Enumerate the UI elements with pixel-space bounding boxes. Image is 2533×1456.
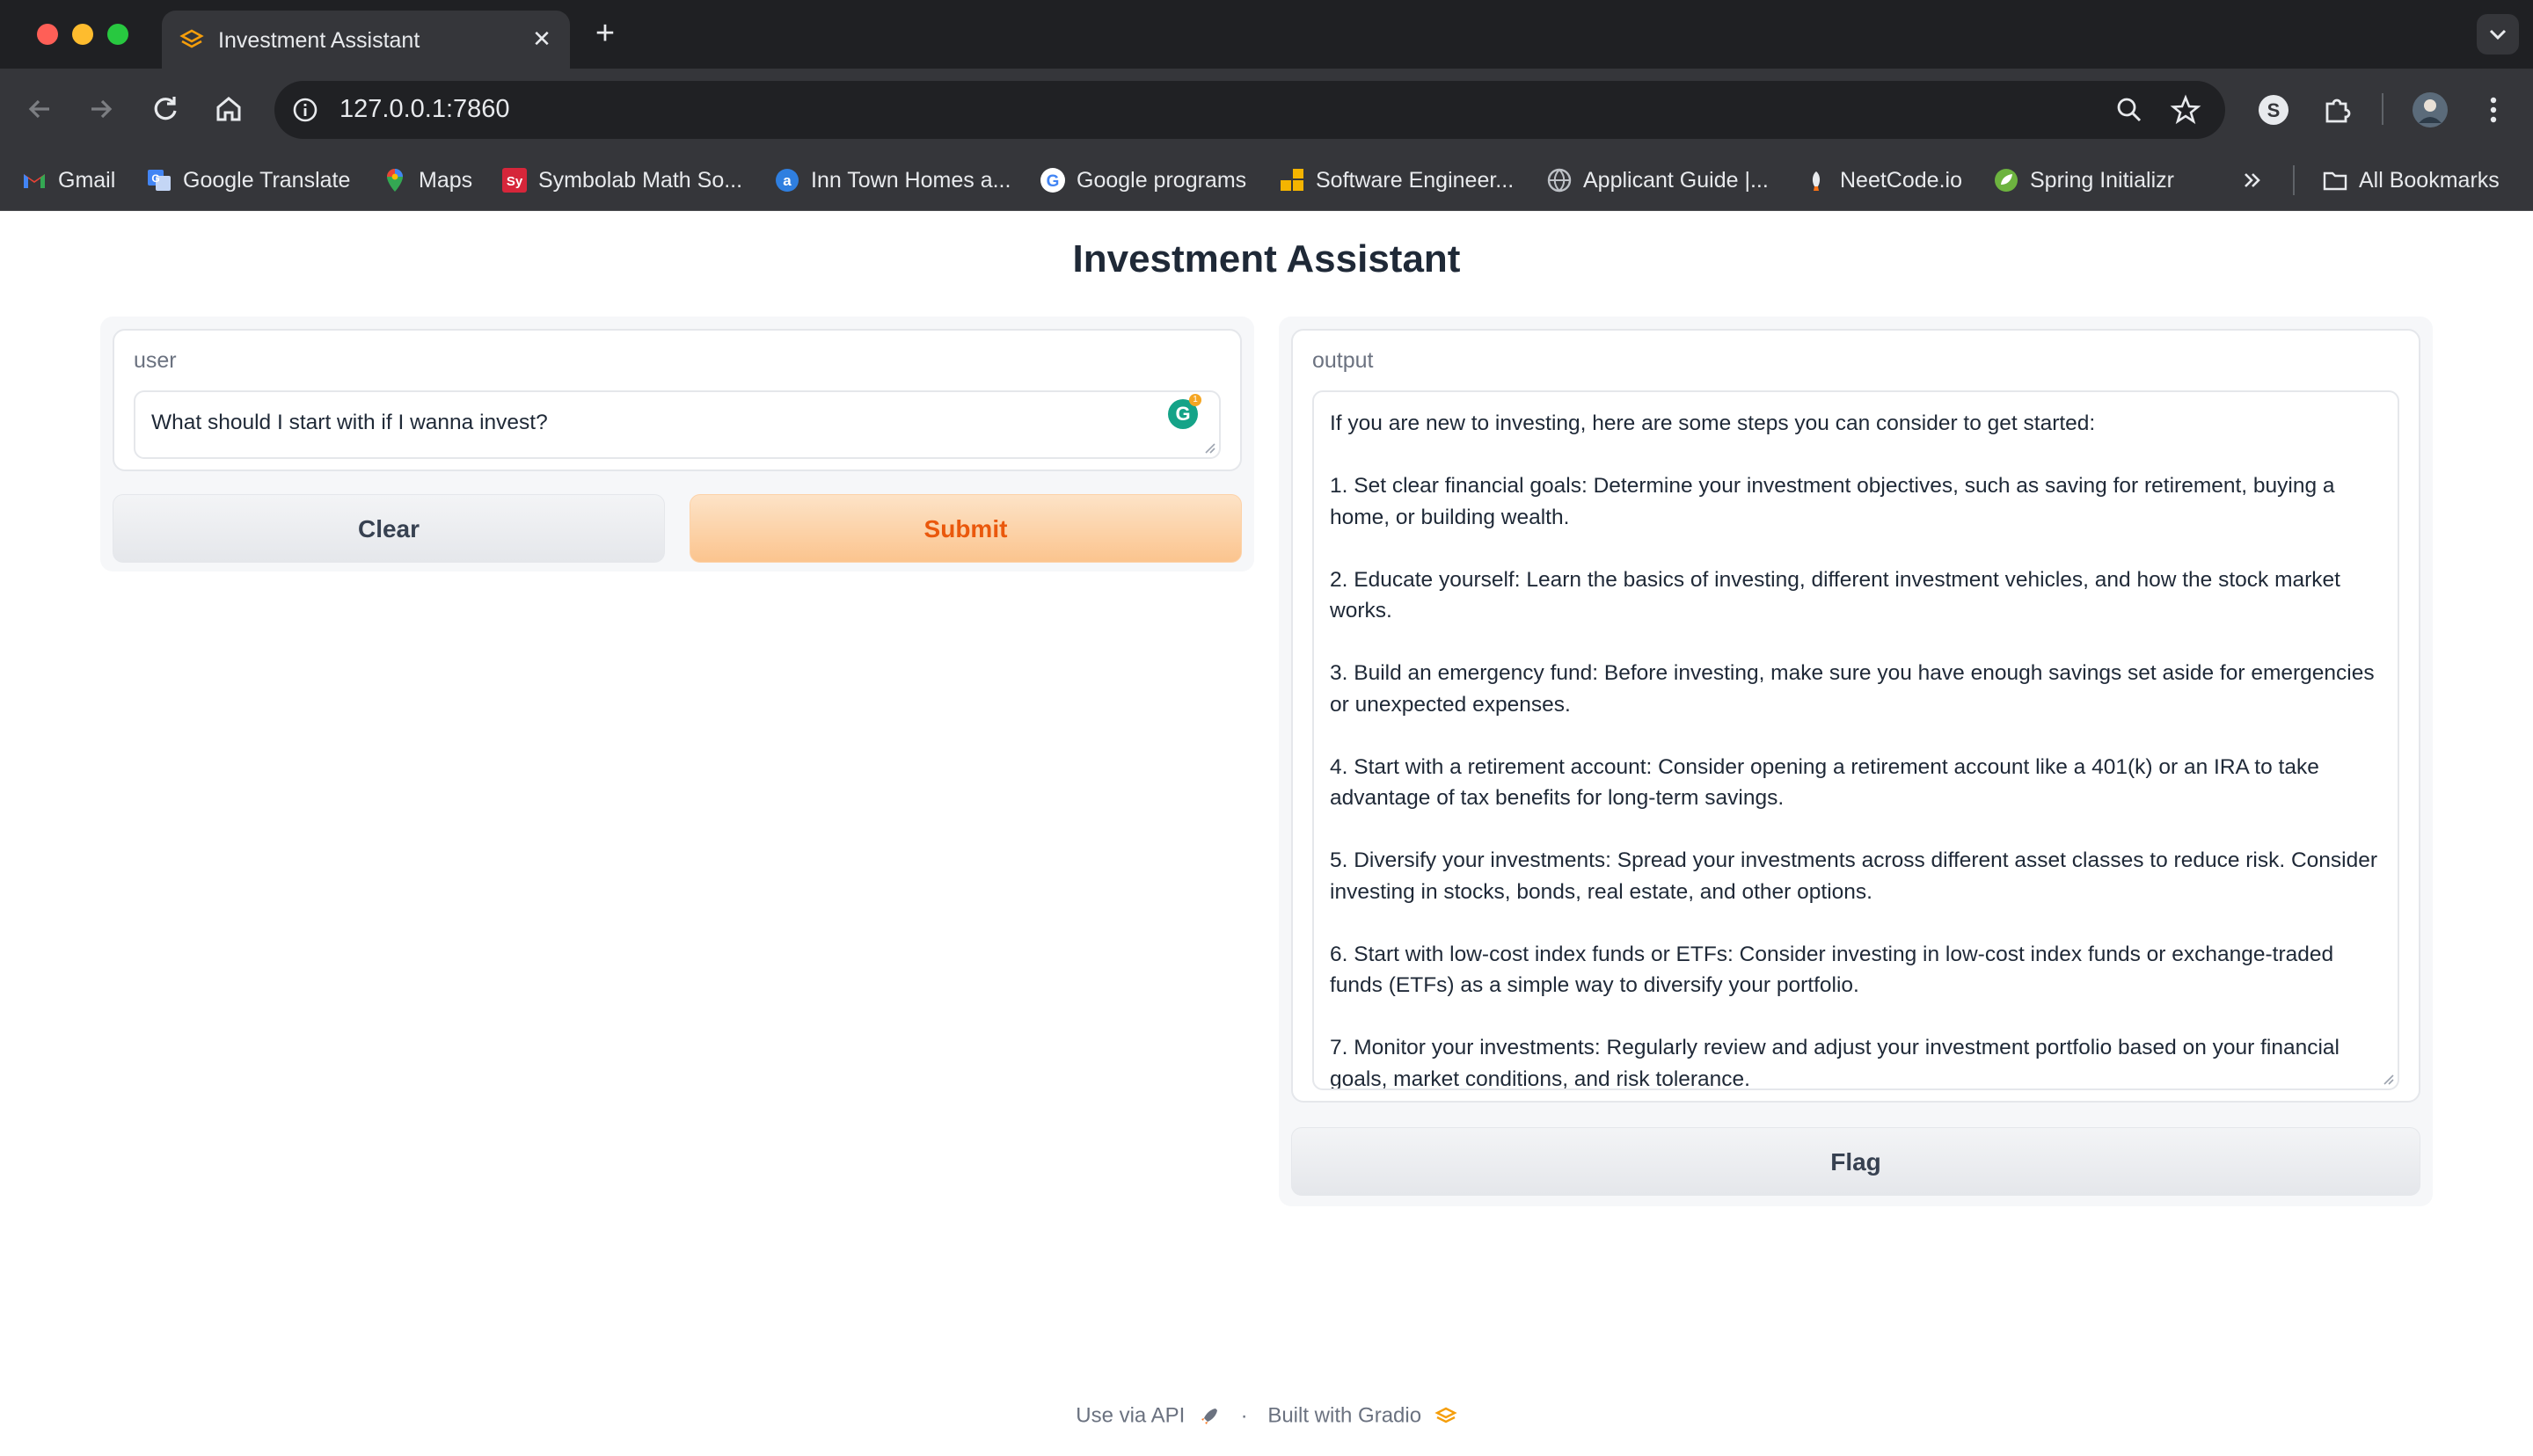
profile-avatar[interactable]	[2410, 90, 2450, 130]
footer: Use via API · Built with Gradio	[0, 1403, 2533, 1429]
user-input-textarea[interactable]: What should I start with if I wanna inve…	[134, 390, 1221, 459]
output-panel: output If you are new to investing, here…	[1279, 317, 2433, 1206]
forward-arrow-icon[interactable]	[79, 88, 121, 130]
folder-icon	[2323, 171, 2347, 191]
home-icon[interactable]	[208, 88, 250, 130]
page-title: Investment Assistant	[1072, 237, 1461, 280]
more-menu-icon[interactable]	[2473, 90, 2514, 130]
site-info-icon[interactable]	[288, 93, 322, 127]
spring-icon	[1995, 169, 2018, 192]
svg-text:S: S	[2267, 99, 2281, 121]
grammarly-badge: 1	[1189, 394, 1201, 406]
resize-handle-icon[interactable]	[1201, 440, 1215, 454]
bookmarks-divider	[2293, 165, 2295, 195]
bookmark-gmail[interactable]: Gmail	[21, 160, 115, 200]
gradio-favicon-icon	[179, 29, 204, 48]
back-arrow-icon[interactable]	[19, 88, 62, 130]
user-input-block: user What should I start with if I wanna…	[113, 329, 1242, 471]
output-paragraph: 4. Start with a retirement account: Cons…	[1330, 754, 2319, 811]
output-paragraph: 1. Set clear financial goals: Determine …	[1330, 474, 2335, 529]
double-chevron-right-icon	[2245, 173, 2260, 187]
bookmark-inn-town[interactable]: a Inn Town Homes a...	[774, 160, 1011, 200]
bookmark-applicant-guide[interactable]: Applicant Guide |...	[1546, 160, 1769, 200]
output-label: output	[1312, 348, 1374, 373]
gradio-logo-icon	[1434, 1407, 1457, 1423]
gmail-icon	[24, 174, 45, 188]
output-textarea[interactable]: If you are new to investing, here are so…	[1312, 390, 2399, 1090]
address-bar[interactable]: 127.0.0.1:7860	[274, 81, 2225, 139]
browser-tab-active[interactable]: Investment Assistant ✕	[162, 11, 570, 69]
clear-button[interactable]: Clear	[113, 494, 665, 563]
output-paragraph: 6. Start with low-cost index funds or ET…	[1330, 942, 2334, 998]
maps-icon	[387, 169, 403, 192]
resize-handle-icon[interactable]	[2380, 1071, 2394, 1085]
google-translate-icon: G	[148, 170, 171, 191]
rocket-icon	[1201, 1408, 1217, 1424]
window-zoom-button[interactable]	[107, 24, 128, 45]
google-icon: G	[1040, 168, 1065, 193]
svg-text:G: G	[1047, 172, 1060, 191]
bookmark-star-icon[interactable]	[2169, 93, 2202, 127]
tab-title: Investment Assistant	[218, 28, 420, 53]
all-bookmarks-button[interactable]: All Bookmarks	[2322, 160, 2500, 200]
chevron-down-icon	[2489, 29, 2507, 40]
window-close-button[interactable]	[37, 24, 58, 45]
user-input-label: user	[134, 348, 177, 373]
browser-toolbar: 127.0.0.1:7860 S	[0, 69, 2533, 149]
neetcode-icon	[1812, 171, 1821, 191]
use-via-api-link[interactable]: Use via API	[1076, 1404, 1185, 1428]
extension-s-icon[interactable]: S	[2253, 90, 2294, 130]
window-minimize-button[interactable]	[72, 24, 93, 45]
flag-button[interactable]: Flag	[1291, 1127, 2420, 1196]
new-tab-icon[interactable]: +	[588, 16, 623, 51]
zoom-icon[interactable]	[2113, 93, 2146, 127]
bookmarks-overflow-button[interactable]	[2239, 160, 2266, 200]
bookmark-google-translate[interactable]: G Google Translate	[146, 160, 350, 200]
input-panel: user What should I start with if I wanna…	[100, 317, 1254, 571]
svg-text:a: a	[783, 172, 792, 189]
reload-icon[interactable]	[144, 88, 186, 130]
output-paragraph: 2. Educate yourself: Learn the basics of…	[1330, 567, 2340, 623]
bookmark-maps[interactable]: Maps	[382, 160, 472, 200]
toolbar-divider	[2382, 93, 2383, 125]
footer-separator: ·	[1240, 1403, 1248, 1428]
software-engineer-icon	[1281, 169, 1303, 191]
globe-icon	[1547, 168, 1572, 193]
extensions-puzzle-icon[interactable]	[2317, 90, 2357, 130]
svg-text:Sy: Sy	[507, 174, 523, 189]
tab-search-button[interactable]	[2477, 14, 2519, 55]
output-paragraph: If you are new to investing, here are so…	[1330, 411, 2096, 435]
output-block: output If you are new to investing, here…	[1291, 329, 2420, 1103]
symbolab-icon: Sy	[502, 168, 527, 193]
url-text: 127.0.0.1:7860	[339, 95, 510, 123]
bookmark-symbolab[interactable]: Sy Symbolab Math So...	[501, 160, 742, 200]
bookmarks-bar: Gmail G Google Translate Maps Sy Symbola…	[0, 149, 2533, 211]
inn-town-icon: a	[776, 169, 799, 192]
built-with-gradio-link[interactable]: Built with Gradio	[1267, 1404, 1421, 1428]
bookmark-spring-initializr[interactable]: Spring Initializr	[1993, 160, 2174, 200]
output-paragraph: 7. Monitor your investments: Regularly r…	[1330, 1036, 2340, 1090]
bookmark-neetcode[interactable]: NeetCode.io	[1803, 160, 1962, 200]
submit-button[interactable]: Submit	[690, 494, 1242, 563]
output-paragraph: 5. Diversify your investments: Spread yo…	[1330, 848, 2378, 904]
svg-text:G: G	[151, 172, 159, 185]
browser-tab-strip: Investment Assistant ✕ +	[0, 0, 2533, 69]
bookmark-software-engineer[interactable]: Software Engineer...	[1279, 160, 1514, 200]
bookmark-google-programs[interactable]: G Google programs	[1040, 160, 1246, 200]
output-paragraph: 3. Build an emergency fund: Before inves…	[1330, 661, 2375, 717]
tab-close-icon[interactable]: ✕	[526, 23, 558, 55]
user-input-value: What should I start with if I wanna inve…	[151, 411, 548, 434]
